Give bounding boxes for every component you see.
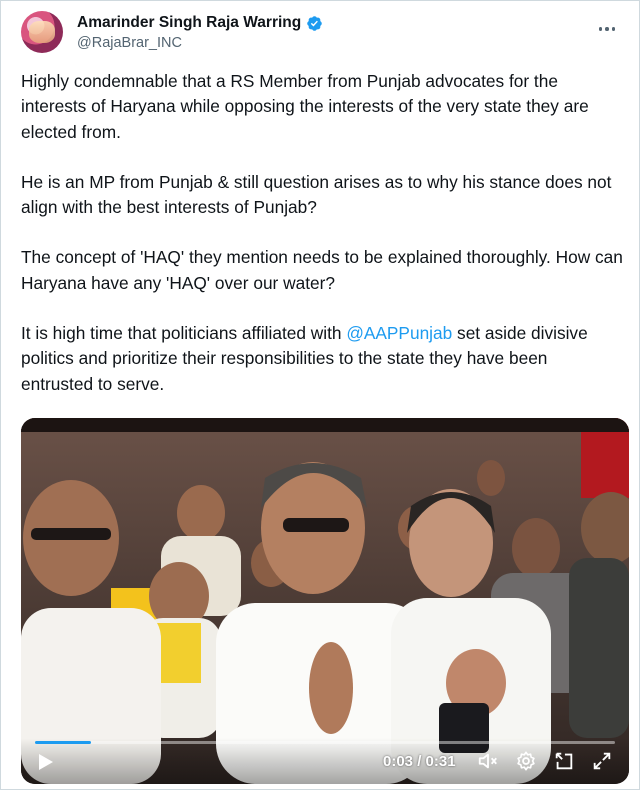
video-duration: 0:31 (425, 753, 456, 770)
author-names: Amarinder Singh Raja Warring @RajaBrar_I… (77, 13, 323, 53)
avatar[interactable] (21, 11, 63, 53)
settings-icon[interactable] (515, 750, 537, 772)
fullscreen-icon[interactable] (591, 750, 613, 772)
tweet-paragraph: It is high time that politicians affilia… (21, 321, 623, 397)
more-options-icon[interactable] (595, 17, 619, 41)
author-handle[interactable]: @RajaBrar_INC (77, 35, 323, 53)
tweet-paragraph: He is an MP from Punjab & still question… (21, 171, 612, 218)
video-time-separator: / (413, 753, 426, 770)
tweet-paragraph: The concept of 'HAQ' they mention needs … (21, 247, 623, 293)
text-segment: It is high time that politicians affilia… (21, 323, 347, 344)
tweet-header: Amarinder Singh Raja Warring @RajaBrar_I… (21, 9, 621, 55)
tweet-card[interactable]: Amarinder Singh Raja Warring @RajaBrar_I… (0, 0, 640, 790)
video-progress-bar[interactable] (35, 741, 615, 744)
tweet-text: Highly condemnable that a RS Member from… (21, 69, 623, 397)
video-controls: 0:03 / 0:31 (21, 738, 629, 784)
video-time: 0:03 / 0:31 (383, 753, 456, 770)
mention-link[interactable]: @AAPPunjab (346, 323, 452, 343)
video-current-time: 0:03 (383, 753, 414, 770)
mute-icon[interactable] (477, 750, 499, 772)
play-icon[interactable] (35, 752, 55, 772)
video-frame (21, 418, 629, 784)
video-progress-fill (35, 741, 92, 744)
verified-badge-icon (307, 15, 322, 31)
tweet-paragraph: Highly condemnable that a RS Member from… (21, 71, 589, 142)
display-name[interactable]: Amarinder Singh Raja Warring (77, 14, 301, 32)
picture-in-picture-icon[interactable] (553, 750, 575, 772)
video-player[interactable]: 0:03 / 0:31 (21, 418, 629, 784)
